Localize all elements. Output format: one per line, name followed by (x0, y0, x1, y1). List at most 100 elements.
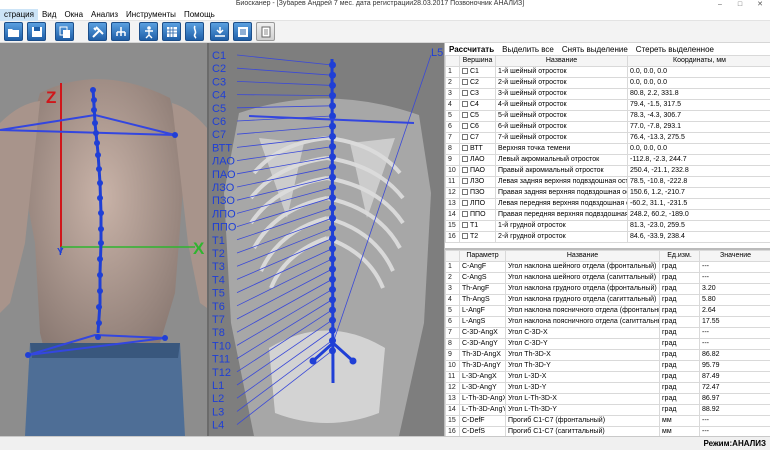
table-row[interactable]: 7 C-3D-AngX Угол C-3D-X град --- (445, 327, 770, 339)
menu-registration[interactable]: страция (0, 8, 38, 21)
table-row[interactable]: 5 L-AngF Угол наклона поясничного отдела… (445, 305, 770, 317)
table-row[interactable]: 9 ЛАО Левый акромиальный отросток -112.8… (445, 154, 770, 166)
row-checkbox[interactable] (462, 189, 468, 196)
vertex-cell[interactable]: C3 (459, 88, 496, 100)
export-icon[interactable] (233, 22, 252, 41)
col-param[interactable]: Параметр (459, 250, 506, 262)
row-checkbox[interactable] (462, 222, 468, 229)
vertex-cell[interactable]: C7 (459, 132, 496, 144)
table-row[interactable]: 5 C5 5-й шейный отросток 78.3, -4.3, 306… (445, 110, 770, 122)
page-icon[interactable] (256, 22, 275, 41)
vertex-cell[interactable]: ППО (459, 209, 496, 221)
table-row[interactable]: 1 C-AngF Угол наклона шейного отдела (фр… (445, 261, 770, 273)
row-checkbox[interactable] (462, 145, 468, 152)
menu-help[interactable]: Помощь (180, 9, 219, 21)
table-row[interactable]: 16 C-DefS Прогиб C1-C7 (сагиттальный) мм… (445, 426, 770, 436)
row-checkbox[interactable] (462, 112, 468, 119)
vertex-cell[interactable]: C6 (459, 121, 496, 133)
tree-icon[interactable] (111, 22, 130, 41)
table-row[interactable]: 15 C-DefF Прогиб C1-C7 (фронтальный) мм … (445, 415, 770, 427)
table-row[interactable]: 6 C6 6-й шейный отросток 77.0, -7.8, 293… (445, 121, 770, 133)
table-row[interactable]: 15 T1 1-й грудной отросток 81.3, -23.0, … (445, 220, 770, 232)
viewport-xray-back[interactable]: C1 C2 C3 C4 C5 C6 C7 ВТТ ЛАО ПАО ЛЗО ПЗО ЛПО ППО T1 T2 T… (209, 43, 444, 436)
row-checkbox[interactable] (462, 156, 468, 163)
menu-analysis[interactable]: Анализ (87, 9, 122, 21)
row-checkbox[interactable] (462, 167, 468, 174)
col-unit[interactable]: Ед.изм. (659, 250, 700, 262)
vertex-cell[interactable]: C2 (459, 77, 496, 89)
table-row[interactable]: 9 Th-3D-AngX Угол Th-3D-X град 86.82 (445, 349, 770, 361)
row-checkbox[interactable] (462, 79, 468, 86)
table-row[interactable]: 2 C-AngS Угол наклона шейного отдела (са… (445, 272, 770, 284)
table-row[interactable]: 4 Th-AngS Угол наклона грудного отдела (… (445, 294, 770, 306)
vertex-cell[interactable]: ПАО (459, 165, 496, 177)
table-row[interactable]: 2 C2 2-й шейный отросток 0.0, 0.0, 0.0 (445, 77, 770, 89)
close-icon[interactable]: ✕ (750, 0, 770, 9)
col-name[interactable]: Название (495, 55, 628, 67)
vertex-cell[interactable]: C5 (459, 110, 496, 122)
erase-selected-button[interactable]: Стереть выделенное (636, 45, 714, 54)
tools-icon[interactable] (88, 22, 107, 41)
vertex-cell[interactable]: T2 (459, 231, 496, 243)
row-checkbox[interactable] (462, 68, 468, 75)
table-row[interactable]: 14 ППО Правая передняя верхняя подвздошн… (445, 209, 770, 221)
vertex-cell[interactable]: C4 (459, 99, 496, 111)
table-row[interactable]: 3 C3 3-й шейный отросток 80.8, 2.2, 331.… (445, 88, 770, 100)
select-all-button[interactable]: Выделить все (502, 45, 554, 54)
col-value[interactable]: Значение (699, 250, 770, 262)
table-row[interactable]: 10 Th-3D-AngY Угол Th-3D-Y град 95.79 (445, 360, 770, 372)
vertex-cell[interactable]: ВТТ (459, 143, 496, 155)
table-row[interactable]: 10 ПАО Правый акромиальный отросток 250.… (445, 165, 770, 177)
table-row[interactable]: 14 L-Th-3D-AngY Угол L-Th-3D-Y град 88.9… (445, 404, 770, 416)
vertices-table[interactable]: Вершина Название Координаты, мм 1 C1 1-й… (445, 55, 770, 248)
viewport-3d-front[interactable]: Z X Y (0, 43, 207, 436)
table-row[interactable]: 13 L-Th-3D-AngX Угол L-Th-3D-X град 86.9… (445, 393, 770, 405)
vertex-cell[interactable]: ЛАО (459, 154, 496, 166)
row-checkbox[interactable] (462, 123, 468, 130)
vertex-cell[interactable]: ЛПО (459, 198, 496, 210)
table-row[interactable]: 8 C-3D-AngY Угол C-3D-Y град --- (445, 338, 770, 350)
table-row[interactable]: 4 C4 4-й шейный отросток 79.4, -1.5, 317… (445, 99, 770, 111)
row-checkbox[interactable] (462, 134, 468, 141)
download-icon[interactable] (210, 22, 229, 41)
save-icon[interactable] (27, 22, 46, 41)
person-icon[interactable] (139, 22, 158, 41)
row-checkbox[interactable] (462, 233, 468, 240)
menu-tools[interactable]: Инструменты (122, 9, 180, 21)
table-row[interactable]: 12 L-3D-AngY Угол L-3D-Y град 72.47 (445, 382, 770, 394)
row-checkbox[interactable] (462, 200, 468, 207)
menu-view[interactable]: Вид (38, 9, 60, 21)
row-checkbox[interactable] (462, 101, 468, 108)
deselect-button[interactable]: Снять выделение (562, 45, 628, 54)
col-param-name[interactable]: Название (505, 250, 660, 262)
table-row[interactable]: 12 ПЗО Правая задняя верхняя подвздошная… (445, 187, 770, 199)
minimize-icon[interactable]: – (710, 0, 730, 9)
row-checkbox[interactable] (462, 90, 468, 97)
row-checkbox[interactable] (462, 211, 468, 218)
table-row[interactable]: 13 ЛПО Левая передняя верхняя подвздошна… (445, 198, 770, 210)
table-row[interactable]: 11 L-3D-AngX Угол L-3D-X град 87.49 (445, 371, 770, 383)
maximize-icon[interactable]: □ (730, 0, 750, 9)
table-row[interactable]: 8 ВТТ Верхняя точка темени 0.0, 0.0, 0.0 (445, 143, 770, 155)
table-row[interactable]: 11 ЛЗО Левая задняя верхняя подвздошная … (445, 176, 770, 188)
table-row[interactable]: 3 Th-AngF Угол наклона грудного отдела (… (445, 283, 770, 295)
parameters-table[interactable]: Параметр Название Ед.изм. Значение 1 C-A… (445, 248, 770, 436)
calculate-button[interactable]: Рассчитать (449, 45, 494, 54)
table-row[interactable]: 7 C7 7-й шейный отросток 76.4, -13.3, 27… (445, 132, 770, 144)
spine-icon[interactable] (185, 22, 204, 41)
row-checkbox[interactable] (462, 178, 468, 185)
vertex-cell[interactable]: C1 (459, 66, 496, 78)
vertex-cell[interactable]: T1 (459, 220, 496, 232)
menu-windows[interactable]: Окна (60, 9, 87, 21)
col-vertex[interactable]: Вершина (459, 55, 496, 67)
copy-icon[interactable] (55, 22, 74, 41)
table-row[interactable]: 6 L-AngS Угол наклона поясничного отдела… (445, 316, 770, 328)
table-row[interactable]: 16 T2 2-й грудной отросток 84.6, -33.9, … (445, 231, 770, 243)
vertex-cell[interactable]: ЛЗО (459, 176, 496, 188)
grid-icon[interactable] (162, 22, 181, 41)
vertex-cell[interactable]: ПЗО (459, 187, 496, 199)
col-coords[interactable]: Координаты, мм (627, 55, 770, 67)
table-row[interactable]: 1 C1 1-й шейный отросток 0.0, 0.0, 0.0 (445, 66, 770, 78)
open-folder-icon[interactable] (4, 22, 23, 41)
param-code: L-Th-3D-AngY (459, 404, 506, 416)
